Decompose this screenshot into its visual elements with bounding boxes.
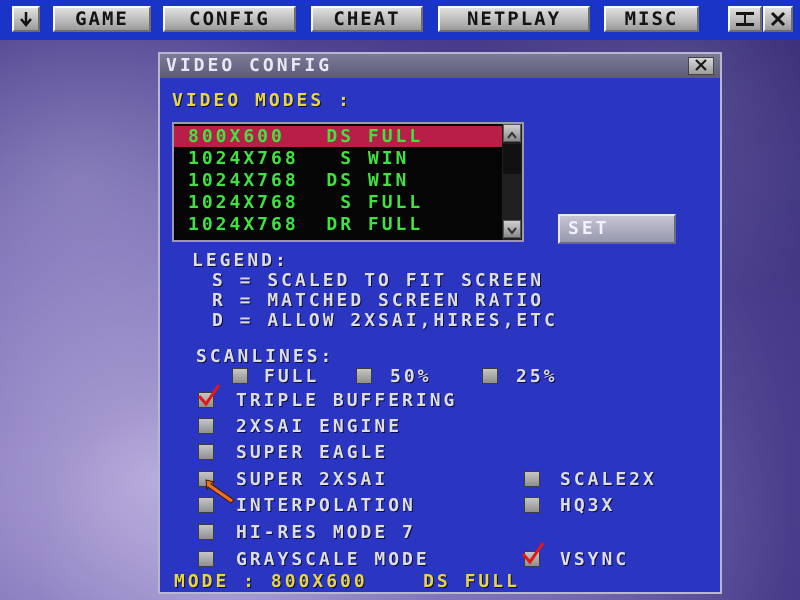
video-modes-label: VIDEO MODES : — [172, 90, 352, 111]
hi-res-mode-7-label: HI-RES MODE 7 — [236, 522, 416, 543]
scroll-down-button[interactable] — [503, 220, 521, 238]
hq3x-checkbox[interactable] — [524, 497, 540, 513]
dialog-title-bar[interactable]: VIDEO CONFIG — [160, 54, 720, 78]
checkmark-icon — [197, 384, 221, 407]
chevron-down-icon — [507, 220, 517, 239]
down-arrow-button[interactable] — [12, 6, 40, 32]
menu-bar: GAME CONFIG CHEAT NETPLAY MISC — [0, 0, 800, 40]
current-mode-status: MODE : 800X600 DS FULL — [174, 571, 520, 592]
super-2xsai-label: SUPER 2XSAI — [236, 469, 389, 490]
legend-line: R = MATCHED SCREEN RATIO — [212, 290, 545, 311]
list-scrollbar[interactable] — [502, 124, 522, 240]
legend-title: LEGEND: — [192, 250, 289, 271]
set-button[interactable]: SET — [558, 214, 676, 244]
interpolation-label: INTERPOLATION — [236, 495, 416, 516]
scanlines-50-checkbox[interactable] — [356, 368, 372, 384]
mouse-cursor-icon — [205, 479, 235, 504]
minimize-icon — [734, 9, 756, 29]
list-item[interactable]: 1024X768 S FULL — [174, 192, 504, 213]
scale2x-label: SCALE2X — [560, 469, 657, 490]
scanlines-label: SCANLINES: — [196, 346, 335, 367]
super-eagle-label: SUPER EAGLE — [236, 442, 389, 463]
menu-config[interactable]: CONFIG — [163, 6, 296, 32]
grayscale-mode-checkbox[interactable] — [198, 551, 214, 567]
grayscale-mode-label: GRAYSCALE MODE — [236, 549, 430, 570]
close-icon — [694, 54, 708, 78]
video-modes-list[interactable]: 800X600 DS FULL 1024X768 S WIN 1024X768 … — [172, 122, 524, 242]
video-config-dialog: VIDEO CONFIG VIDEO MODES : 800X600 DS FU… — [158, 52, 722, 594]
legend-line: D = ALLOW 2XSAI,HIRES,ETC — [212, 310, 558, 331]
scanlines-full-label: FULL — [264, 366, 320, 387]
scale2x-checkbox[interactable] — [524, 471, 540, 487]
menu-misc[interactable]: MISC — [604, 6, 699, 32]
window-close-button[interactable] — [763, 6, 793, 32]
close-icon — [770, 11, 786, 27]
list-item[interactable]: 1024X768 S WIN — [174, 148, 504, 169]
minimize-button[interactable] — [728, 6, 762, 32]
scroll-thumb[interactable] — [503, 144, 521, 174]
2xsai-engine-checkbox[interactable] — [198, 418, 214, 434]
down-arrow-icon — [19, 11, 33, 27]
triple-buffering-label: TRIPLE BUFFERING — [236, 390, 458, 411]
list-item[interactable]: 1024X768 DS WIN — [174, 170, 504, 191]
scanlines-25-label: 25% — [516, 366, 558, 387]
2xsai-engine-label: 2XSAI ENGINE — [236, 416, 403, 437]
checkmark-icon — [521, 542, 545, 565]
menu-cheat[interactable]: CHEAT — [311, 6, 423, 32]
scroll-up-button[interactable] — [503, 124, 521, 142]
menu-netplay[interactable]: NETPLAY — [438, 6, 590, 32]
menu-game[interactable]: GAME — [53, 6, 151, 32]
dialog-close-button[interactable] — [688, 57, 714, 75]
list-item-selected[interactable]: 800X600 DS FULL — [174, 126, 504, 147]
super-eagle-checkbox[interactable] — [198, 444, 214, 460]
legend-line: S = SCALED TO FIT SCREEN — [212, 270, 545, 291]
scanlines-50-label: 50% — [390, 366, 432, 387]
vsync-label: VSYNC — [560, 549, 630, 570]
scanlines-25-checkbox[interactable] — [482, 368, 498, 384]
chevron-up-icon — [507, 124, 517, 143]
hq3x-label: HQ3X — [560, 495, 616, 516]
dialog-title: VIDEO CONFIG — [166, 55, 333, 76]
hi-res-mode-7-checkbox[interactable] — [198, 524, 214, 540]
scanlines-full-checkbox[interactable] — [232, 368, 248, 384]
list-item[interactable]: 1024X768 DR FULL — [174, 214, 504, 235]
